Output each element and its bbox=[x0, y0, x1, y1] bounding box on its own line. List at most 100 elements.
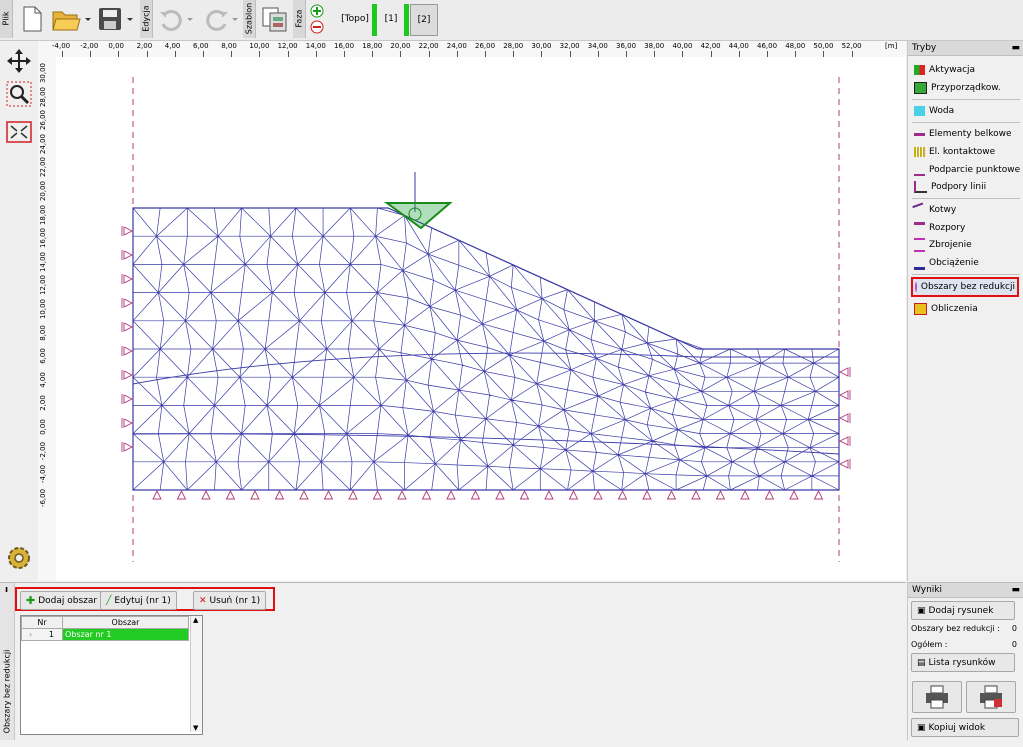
row-area-name[interactable]: Obszar nr 1 bbox=[62, 628, 189, 641]
x-tick-label: 16,00 bbox=[334, 42, 355, 50]
table-row[interactable]: › 1 Obszar nr 1 bbox=[21, 628, 189, 641]
mode-no-reduction-areas[interactable]: Obszary bez redukcji bbox=[911, 277, 1019, 297]
save-button[interactable] bbox=[96, 3, 138, 35]
list-icon: ▤ bbox=[917, 657, 926, 668]
template-button[interactable] bbox=[259, 3, 291, 35]
row-arrow-icon: › bbox=[29, 630, 33, 639]
remove-phase-icon[interactable] bbox=[310, 20, 324, 34]
copy-view-button[interactable]: ▣ Kopiuj widok bbox=[911, 718, 1019, 737]
edit-area-button[interactable]: ╱ Edytuj (nr 1) bbox=[100, 591, 177, 610]
add-area-button[interactable]: ✚ Dodaj obszar bbox=[20, 591, 104, 610]
mode-assignment[interactable]: Przyporządkow. bbox=[914, 80, 1001, 96]
open-file-button[interactable] bbox=[50, 3, 92, 35]
anchor-icon bbox=[912, 202, 927, 218]
zoom-icon[interactable] bbox=[6, 81, 32, 107]
left-support-icon bbox=[123, 298, 134, 308]
bottom-support-icon bbox=[715, 489, 726, 500]
print-export-button[interactable] bbox=[966, 681, 1016, 713]
right-support-icon bbox=[838, 459, 849, 469]
delete-x-icon: ✕ bbox=[199, 595, 207, 606]
left-support-icon bbox=[123, 418, 134, 428]
mode-calculation[interactable]: Obliczenia bbox=[914, 301, 978, 317]
activation-icon bbox=[914, 65, 925, 75]
pin-icon[interactable]: ı bbox=[5, 585, 8, 595]
x-tick-label: 24,00 bbox=[446, 42, 467, 50]
list-drawings-button[interactable]: ▤ Lista rysunków bbox=[911, 653, 1015, 672]
mode-activation[interactable]: Aktywacja bbox=[914, 62, 975, 78]
bottom-support-icon bbox=[225, 489, 236, 500]
bottom-support-icon bbox=[544, 489, 554, 500]
template-tab[interactable]: Szablon bbox=[243, 0, 256, 38]
modes-panel-header: Tryby ▬ bbox=[908, 41, 1023, 56]
collapse-icon[interactable]: ▬ bbox=[1011, 43, 1020, 53]
column-header-nr[interactable]: Nr bbox=[21, 616, 63, 629]
line-support-icon bbox=[914, 181, 927, 193]
mode-point-support[interactable]: Podparcie punktowe bbox=[914, 162, 1020, 178]
x-tick-label: 12,00 bbox=[277, 42, 298, 50]
bottom-support-icon bbox=[593, 489, 603, 500]
bottom-support-icon bbox=[250, 489, 260, 500]
areas-count-row: Obszary bez redukcji :0 bbox=[911, 624, 1017, 633]
bottom-support-icon bbox=[813, 489, 824, 500]
phase-1[interactable]: [1] bbox=[380, 4, 402, 34]
mode-anchors[interactable]: Kotwy bbox=[912, 202, 956, 218]
delete-area-button[interactable]: ✕ Usuń (nr 1) bbox=[193, 591, 267, 610]
table-scrollbar[interactable]: ▲ ▼ bbox=[190, 616, 202, 732]
copy-view-icon: ▣ bbox=[917, 722, 926, 733]
x-tick-label: 32,00 bbox=[559, 42, 580, 50]
right-support-icon bbox=[838, 390, 849, 400]
phase-2[interactable]: [2] bbox=[410, 4, 438, 36]
phase-tab[interactable]: Faza bbox=[293, 0, 306, 38]
bottom-support-icon bbox=[348, 489, 358, 500]
add-phase-icon[interactable] bbox=[310, 4, 324, 18]
scroll-down-icon[interactable]: ▼ bbox=[193, 724, 198, 732]
horizontal-ruler: -4,00 -2,00 0,00 2,00 4,00 6,00 8,00 10,00 12,00… bbox=[38, 41, 906, 58]
vertical-ruler: 30,00 28,00 26,00 24,00 22,00 20,00 18,00 16,00… bbox=[38, 57, 57, 581]
drawing-canvas[interactable] bbox=[56, 57, 906, 581]
bottom-support-icon bbox=[152, 489, 162, 500]
pan-icon[interactable] bbox=[7, 49, 31, 73]
left-support-icon bbox=[123, 226, 134, 236]
mode-water[interactable]: Woda bbox=[914, 103, 954, 119]
settings-gear-icon[interactable] bbox=[6, 545, 32, 571]
x-tick-label: 4,00 bbox=[164, 42, 181, 50]
x-tick-label: 6,00 bbox=[193, 42, 209, 50]
undo-button[interactable] bbox=[156, 3, 196, 35]
print-button[interactable] bbox=[912, 681, 962, 713]
x-tick-label: 44,00 bbox=[728, 42, 749, 50]
total-count-row: Ogółem :0 bbox=[911, 640, 1017, 649]
separator bbox=[912, 99, 1020, 100]
mode-beams[interactable]: Elementy belkowe bbox=[914, 126, 1012, 142]
left-support-icon bbox=[123, 370, 134, 380]
collapse-icon[interactable]: ▬ bbox=[1011, 585, 1020, 595]
mode-contacts[interactable]: El. kontaktowe bbox=[914, 144, 995, 160]
column-header-area[interactable]: Obszar bbox=[62, 616, 189, 629]
mode-struts[interactable]: Rozpory bbox=[914, 220, 965, 236]
template-icon bbox=[262, 7, 287, 32]
bottom-support-icon bbox=[519, 489, 530, 500]
redo-button[interactable] bbox=[200, 3, 240, 35]
x-tick-label: 46,00 bbox=[757, 42, 778, 50]
file-tab[interactable]: Plik bbox=[0, 0, 13, 38]
edit-tab[interactable]: Edycja bbox=[140, 0, 153, 38]
bottom-support-icon bbox=[789, 489, 799, 500]
bottom-support-icon bbox=[764, 489, 775, 500]
x-tick-label: 26,00 bbox=[475, 42, 496, 50]
new-file-button[interactable] bbox=[18, 3, 46, 35]
left-support-icon bbox=[123, 394, 134, 404]
mode-reinforcement[interactable]: Zbrojenie bbox=[914, 237, 972, 253]
scroll-up-icon[interactable]: ▲ bbox=[193, 616, 198, 624]
x-tick-label: 50,00 bbox=[813, 42, 834, 50]
x-tick-label: 8,00 bbox=[221, 42, 237, 50]
mode-line-support[interactable]: Podpory linii bbox=[914, 179, 986, 195]
x-tick-label: 10,00 bbox=[249, 42, 270, 50]
phase-topo[interactable]: [Topo] bbox=[338, 4, 372, 34]
strut-icon bbox=[914, 221, 925, 235]
save-icon bbox=[99, 8, 133, 30]
add-drawing-button[interactable]: ▣ Dodaj rysunek bbox=[911, 601, 1015, 620]
x-tick-label: 40,00 bbox=[672, 42, 693, 50]
mode-load[interactable]: Obciążenie bbox=[914, 255, 979, 271]
zoom-extent-icon[interactable] bbox=[6, 121, 32, 143]
add-drawing-icon: ▣ bbox=[917, 605, 926, 616]
redo-icon bbox=[206, 9, 238, 31]
